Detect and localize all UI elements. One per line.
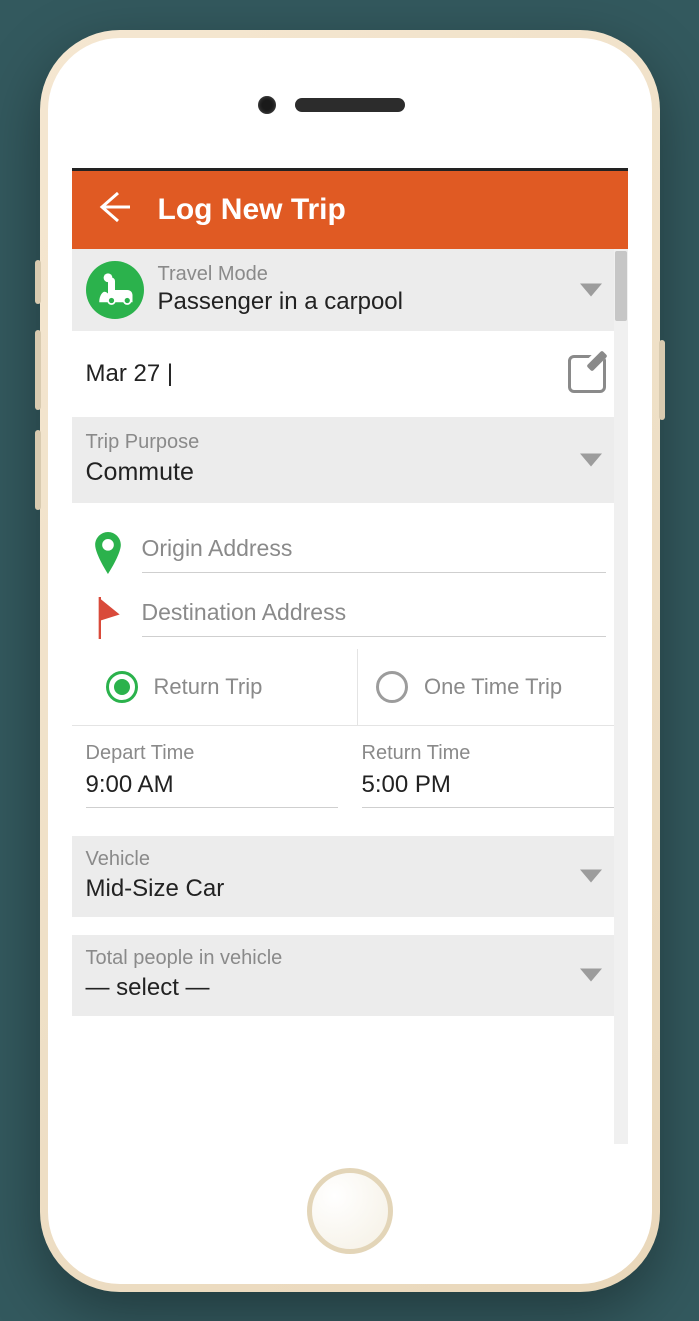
back-button[interactable]	[94, 187, 134, 232]
return-time-label: Return Time	[362, 742, 614, 765]
chevron-down-icon	[580, 969, 602, 982]
vehicle-value: Mid-Size Car	[86, 875, 606, 903]
spacer	[72, 917, 628, 935]
address-block: Origin Address Destination Address	[72, 503, 628, 649]
phone-home-button[interactable]	[307, 1168, 393, 1254]
depart-time-value: 9:00 AM	[86, 771, 338, 808]
phone-frame: Log New Trip Travel Mode	[40, 30, 660, 1292]
page-title: Log New Trip	[158, 193, 346, 227]
travel-mode-text: Travel Mode Passenger in a carpool	[158, 263, 403, 316]
phone-side-button	[659, 340, 665, 420]
chevron-down-icon	[580, 453, 602, 466]
app-header: Log New Trip	[72, 171, 628, 249]
people-label: Total people in vehicle	[86, 947, 606, 970]
one-time-trip-label: One Time Trip	[424, 674, 562, 700]
destination-row: Destination Address	[94, 577, 606, 641]
trip-date-row: Mar 27 |	[72, 331, 628, 417]
app-screen: Log New Trip Travel Mode	[72, 168, 628, 1144]
phone-side-button	[35, 330, 41, 410]
trip-type-group: Return Trip One Time Trip	[72, 649, 628, 726]
people-select[interactable]: Total people in vehicle — select —	[72, 935, 628, 1016]
return-time-field[interactable]: Return Time 5:00 PM	[362, 742, 614, 808]
trip-purpose-label: Trip Purpose	[86, 431, 606, 454]
vehicle-label: Vehicle	[86, 848, 606, 871]
scrollbar-track[interactable]	[614, 249, 628, 1144]
scrollbar-thumb[interactable]	[615, 251, 627, 321]
trip-purpose-value: Commute	[86, 458, 606, 487]
carpool-icon	[86, 261, 144, 319]
radio-unselected-icon	[376, 671, 408, 703]
depart-time-label: Depart Time	[86, 742, 338, 765]
phone-inner: Log New Trip Travel Mode	[48, 38, 652, 1284]
travel-mode-select[interactable]: Travel Mode Passenger in a carpool	[72, 249, 628, 331]
form-content: Travel Mode Passenger in a carpool Mar 2…	[72, 249, 628, 1144]
edit-date-button[interactable]	[568, 355, 606, 393]
origin-pin-icon	[94, 532, 122, 570]
destination-input[interactable]: Destination Address	[142, 593, 606, 637]
trip-purpose-select[interactable]: Trip Purpose Commute	[72, 417, 628, 503]
depart-time-field[interactable]: Depart Time 9:00 AM	[86, 742, 338, 808]
phone-front-camera	[258, 96, 276, 114]
phone-side-button	[35, 430, 41, 510]
chevron-down-icon	[580, 870, 602, 883]
people-value: — select —	[86, 974, 606, 1002]
spacer	[72, 818, 628, 836]
return-trip-label: Return Trip	[154, 674, 263, 700]
vehicle-select[interactable]: Vehicle Mid-Size Car	[72, 836, 628, 917]
one-time-trip-option[interactable]: One Time Trip	[358, 649, 628, 725]
return-time-value: 5:00 PM	[362, 771, 614, 808]
phone-speaker	[295, 98, 405, 112]
times-row: Depart Time 9:00 AM Return Time 5:00 PM	[72, 726, 628, 818]
chevron-down-icon	[580, 283, 602, 296]
travel-mode-value: Passenger in a carpool	[158, 288, 403, 316]
travel-mode-label: Travel Mode	[158, 263, 403, 286]
arrow-left-icon	[94, 187, 134, 227]
return-trip-option[interactable]: Return Trip	[72, 649, 359, 725]
destination-flag-icon	[94, 597, 122, 633]
radio-selected-icon	[106, 671, 138, 703]
origin-row: Origin Address	[94, 513, 606, 577]
trip-date-value: Mar 27 |	[86, 360, 174, 388]
phone-side-button	[35, 260, 41, 304]
origin-input[interactable]: Origin Address	[142, 529, 606, 573]
